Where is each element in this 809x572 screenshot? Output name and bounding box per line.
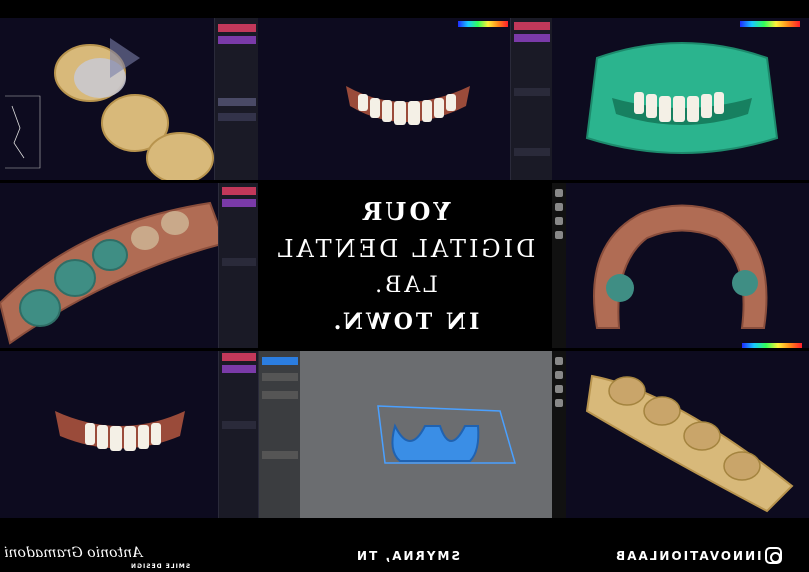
viewport-3d[interactable] (300, 351, 552, 518)
viewport-3d[interactable] (552, 183, 809, 348)
panel-lower-arch-stone (552, 351, 809, 518)
panel-upper-arch-stone (0, 18, 258, 180)
panel-lower-arch-prep (0, 183, 258, 348)
headline-line-3: LAB. (372, 273, 438, 298)
panel-lower-arch-occlusal (552, 183, 809, 348)
tool-column[interactable] (552, 183, 566, 348)
panel-print-preview (258, 351, 552, 518)
top-band (0, 0, 809, 18)
panel-denture-setup (0, 351, 258, 518)
headline-line-1: YOUR (359, 197, 451, 226)
signature-subtext: SMILE DESIGN (130, 563, 191, 570)
viewport-3d[interactable] (258, 18, 552, 180)
side-panel[interactable] (214, 18, 258, 180)
color-scale-bar (458, 21, 508, 27)
headline-card: YOUR DIGITAL DENTAL LAB. IN TOWN. (258, 183, 552, 348)
instagram-icon[interactable] (765, 547, 782, 564)
signature-text: Antonio Gramadoni (4, 545, 143, 561)
instagram-handle[interactable]: INNOVATIONLAAB (614, 549, 762, 563)
side-panel[interactable] (218, 351, 258, 518)
side-panel[interactable] (218, 183, 258, 348)
slicer-side-panel[interactable] (258, 351, 301, 518)
panel-smile-design (258, 18, 552, 180)
viewport-3d[interactable] (552, 18, 809, 180)
viewport-3d[interactable] (552, 351, 809, 518)
panel-green-model (552, 18, 809, 180)
color-scale-bar (740, 21, 800, 27)
color-scale-bar (742, 343, 802, 348)
headline-line-4: IN TOWN. (330, 309, 480, 335)
side-panel[interactable] (510, 18, 552, 180)
headline-line-2: DIGITAL DENTAL (274, 235, 536, 263)
location-text: SMYRNA, TN (355, 549, 461, 563)
tool-column[interactable] (552, 351, 566, 518)
